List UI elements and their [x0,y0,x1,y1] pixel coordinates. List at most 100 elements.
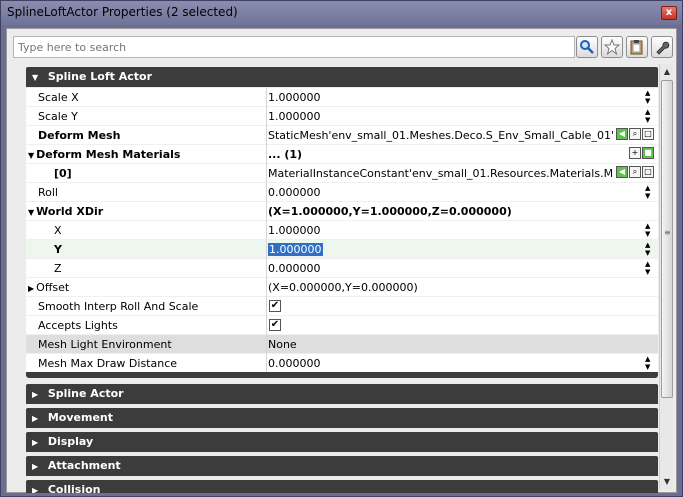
property-value: ... (1) [268,148,303,161]
category-spline-actor[interactable]: ▶ Spline Actor [26,384,658,404]
column-divider[interactable] [266,145,267,164]
property-value[interactable]: 0.000000 [268,262,321,275]
column-divider[interactable] [266,278,267,297]
collapsed-triangle-icon: ▶ [32,486,39,493]
properties-window: SplineLoftActor Properties (2 selected) … [0,0,683,497]
spinner-icon[interactable]: ▲ ▼ [645,355,654,371]
column-divider[interactable] [266,183,267,202]
wrench-icon [656,41,670,55]
column-divider[interactable] [266,354,267,373]
asset-buttons: ◀ ⌕ □ [615,166,654,180]
expanded-triangle-icon[interactable]: ▼ [28,208,34,217]
category-label: Attachment [47,459,121,472]
collapsed-triangle-icon: ▶ [32,462,39,471]
property-row-material-0[interactable]: [0] MaterialInstanceConstant'env_small_0… [26,164,658,183]
property-value-input[interactable]: 1.000000 [268,243,323,256]
column-divider[interactable] [266,297,267,316]
category-label: Movement [47,411,113,424]
property-row-offset[interactable]: ▶ Offset (X=0.000000,Y=0.000000) [26,278,658,297]
clear-icon[interactable]: □ [642,166,654,178]
spinner-icon[interactable]: ▲ ▼ [645,89,654,105]
use-selected-icon[interactable]: ◀ [616,128,628,140]
column-divider[interactable] [266,126,267,145]
scroll-up-arrow-icon[interactable]: ▲ [661,66,673,78]
property-name: ▼ Deform Mesh Materials [28,148,180,161]
browse-icon[interactable]: ⌕ [629,166,641,178]
property-name: Accepts Lights [38,319,118,332]
category-attachment[interactable]: ▶ Attachment [26,456,658,476]
property-row-scale-y[interactable]: Scale Y 1.000000 ▲ ▼ [26,107,658,126]
column-divider[interactable] [266,259,267,278]
spinner-icon[interactable]: ▲ ▼ [645,184,654,200]
column-divider[interactable] [266,316,267,335]
property-row-smooth-interp-roll-and-scale[interactable]: Smooth Interp Roll And Scale ✔ [26,297,658,316]
browse-icon[interactable]: ⌕ [629,128,641,140]
property-name: ▼ World XDir [28,205,103,218]
array-add-icon[interactable]: + [629,147,641,159]
property-row-roll[interactable]: Roll 0.000000 ▲ ▼ [26,183,658,202]
property-name: Scale Y [38,110,78,123]
clipboard-button[interactable] [626,36,648,58]
find-button[interactable] [576,36,598,58]
column-divider[interactable] [266,88,267,107]
property-row-deform-mesh-materials[interactable]: ▼ Deform Mesh Materials ... (1) + ■ [26,145,658,164]
property-name: Y [54,243,62,256]
use-selected-icon[interactable]: ◀ [616,166,628,178]
column-divider[interactable] [266,202,267,221]
category-movement[interactable]: ▶ Movement [26,408,658,428]
property-row-z[interactable]: Z 0.000000 ▲ ▼ [26,259,658,278]
spinner-icon[interactable]: ▲ ▼ [645,241,654,257]
property-row-deform-mesh[interactable]: Deform Mesh StaticMesh'env_small_01.Mesh… [26,126,658,145]
collapsed-triangle-icon[interactable]: ▶ [28,284,34,293]
expanded-triangle-icon[interactable]: ▼ [28,151,34,160]
column-divider[interactable] [266,164,267,183]
clear-icon[interactable]: □ [642,128,654,140]
accepts-lights-checkbox[interactable]: ✔ [269,319,281,331]
window-title: SplineLoftActor Properties (2 selected) [7,5,238,19]
search-input[interactable] [14,37,574,57]
property-value[interactable]: 0.000000 [268,357,321,370]
favorite-button[interactable] [601,36,623,58]
property-value[interactable]: 1.000000 [268,110,321,123]
property-row-scale-x[interactable]: Scale X 1.000000 ▲ ▼ [26,88,658,107]
category-display[interactable]: ▶ Display [26,432,658,452]
property-row-accepts-lights[interactable]: Accepts Lights ✔ [26,316,658,335]
category-spline-loft-actor[interactable]: ▼ Spline Loft Actor [26,67,658,87]
property-row-x[interactable]: X 1.000000 ▲ ▼ [26,221,658,240]
title-bar[interactable]: SplineLoftActor Properties (2 selected) … [1,1,682,25]
scroll-down-arrow-icon[interactable]: ▼ [661,476,673,488]
property-row-y[interactable]: Y 1.000000 ▲ ▼ [26,240,658,259]
property-row-mesh-max-draw-distance[interactable]: Mesh Max Draw Distance 0.000000 ▲ ▼ [26,354,658,373]
property-name-text: Deform Mesh Materials [36,148,181,161]
column-divider[interactable] [266,335,267,354]
property-name: Roll [38,186,58,199]
category-label: Collision [47,483,101,493]
search-box[interactable] [13,36,575,58]
category-collision[interactable]: ▶ Collision [26,480,658,493]
vertical-scrollbar[interactable]: ▲ ≡ ▼ [659,64,673,490]
smooth-interp-checkbox[interactable]: ✔ [269,300,281,312]
property-value[interactable]: 1.000000 [268,224,321,237]
property-row-world-xdir[interactable]: ▼ World XDir (X=1.000000,Y=1.000000,Z=0.0… [26,202,658,221]
spinner-icon[interactable]: ▲ ▼ [645,260,654,276]
settings-button[interactable] [651,36,673,58]
property-value[interactable]: MaterialInstanceConstant'env_small_01.Re… [268,167,613,180]
array-empty-icon[interactable]: ■ [642,147,654,159]
property-value: (X=1.000000,Y=1.000000,Z=0.000000) [268,205,512,218]
scroll-thumb[interactable]: ≡ [661,80,673,398]
close-button[interactable]: x [661,6,677,20]
property-value[interactable]: 1.000000 [268,91,321,104]
property-name: Smooth Interp Roll And Scale [38,300,199,313]
property-value[interactable]: StaticMesh'env_small_01.Meshes.Deco.S_En… [268,129,613,142]
array-buttons: + ■ [628,147,654,161]
property-name: Mesh Max Draw Distance [38,357,178,370]
property-name: Deform Mesh [38,129,121,142]
property-value[interactable]: 0.000000 [268,186,321,199]
column-divider[interactable] [266,107,267,126]
spinner-icon[interactable]: ▲ ▼ [645,222,654,238]
selected-text[interactable]: 1.000000 [268,243,323,256]
column-divider[interactable] [266,240,267,259]
column-divider[interactable] [266,221,267,240]
property-row-mesh-light-environment[interactable]: Mesh Light Environment None [26,335,658,354]
spinner-icon[interactable]: ▲ ▼ [645,108,654,124]
